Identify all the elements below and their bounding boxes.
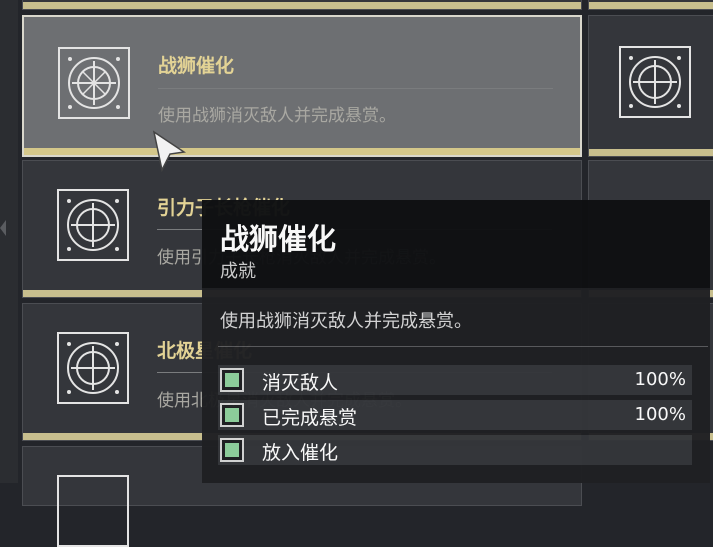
tooltip-divider	[218, 346, 708, 347]
card-title: 战狮催化	[158, 55, 235, 77]
checkbox-checked-icon	[220, 403, 244, 427]
objective-row: 放入催化	[218, 435, 692, 465]
objective-label: 已完成悬赏	[262, 407, 358, 429]
catalyst-card-partial-top[interactable]	[22, 0, 582, 10]
objective-label: 放入催化	[262, 442, 339, 464]
tooltip-title: 战狮催化	[220, 222, 337, 256]
tooltip-subtitle: 成就	[220, 261, 256, 282]
left-panel-edge	[0, 0, 18, 483]
objective-progress: 100%	[634, 404, 686, 425]
catalyst-emblem-icon	[57, 475, 129, 547]
objective-progress: 100%	[634, 369, 686, 390]
catalyst-card-right[interactable]	[588, 15, 713, 157]
objective-row: 已完成悬赏 100%	[218, 400, 692, 430]
progress-bar	[23, 2, 581, 9]
catalyst-emblem-icon	[58, 47, 130, 119]
checkbox-checked-icon	[220, 368, 244, 392]
pointer-cursor-icon	[152, 130, 188, 178]
catalyst-emblem-icon	[57, 332, 129, 404]
tooltip-header: 战狮催化 成就	[202, 200, 710, 288]
card-description: 使用战狮消灭敌人并完成悬赏。	[158, 106, 396, 126]
card-divider	[158, 88, 553, 89]
progress-bar	[589, 2, 713, 9]
progress-bar	[589, 149, 713, 156]
objective-label: 消灭敌人	[262, 372, 339, 394]
catalyst-emblem-icon	[57, 189, 129, 261]
catalyst-emblem-icon	[619, 46, 691, 118]
item-tooltip: 战狮催化 成就 使用战狮消灭敌人并完成悬赏。 消灭敌人 100% 已完成悬赏 1…	[202, 200, 710, 483]
tooltip-description: 使用战狮消灭敌人并完成悬赏。	[220, 311, 472, 332]
objective-row: 消灭敌人 100%	[218, 365, 692, 395]
scroll-left-arrow-icon[interactable]	[0, 220, 6, 236]
catalyst-card-selected[interactable]: 战狮催化 使用战狮消灭敌人并完成悬赏。	[22, 15, 582, 157]
checkbox-checked-icon	[220, 438, 244, 462]
progress-bar	[24, 148, 580, 155]
catalyst-card-partial-top-right[interactable]	[588, 0, 713, 10]
